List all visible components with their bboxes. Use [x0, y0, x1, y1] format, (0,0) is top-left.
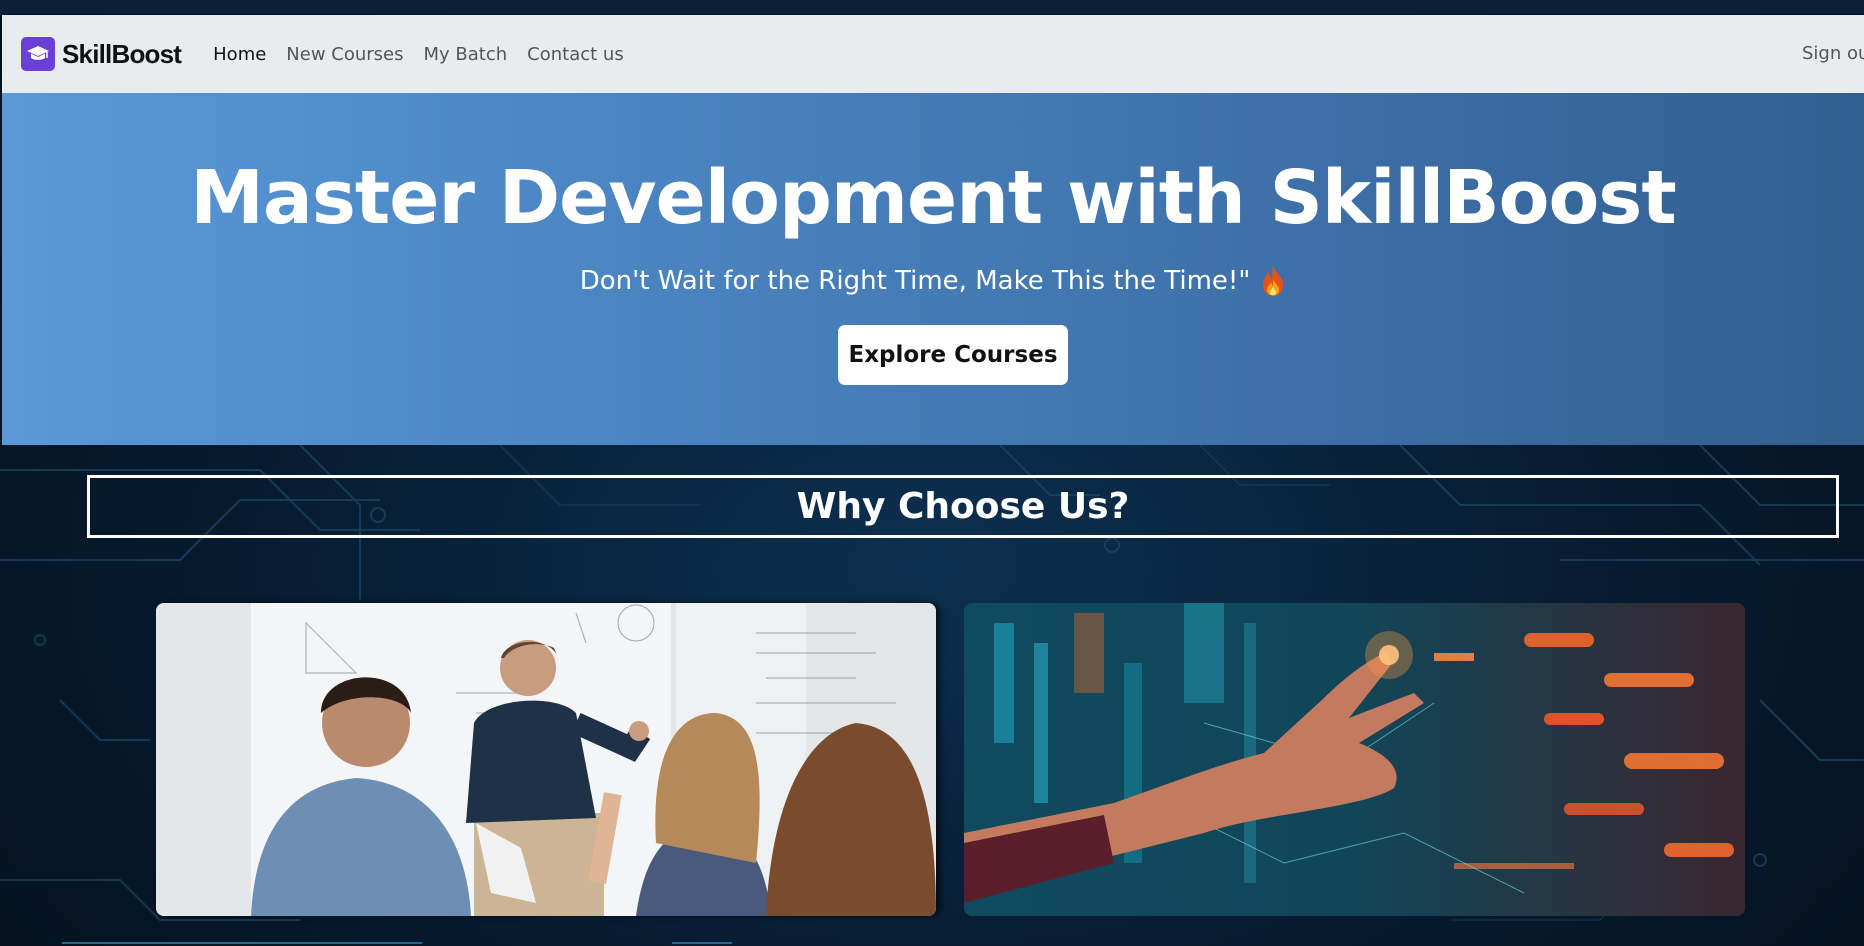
hero-subtitle: Don't Wait for the Right Time, Make This… — [579, 266, 1251, 296]
navbar: SkillBoost Home New Courses My Batch Con… — [2, 15, 1864, 93]
nav-link-new-courses[interactable]: New Courses — [286, 44, 403, 65]
bottom-decoration-right — [672, 942, 732, 944]
fire-icon — [1260, 265, 1286, 297]
nav-link-home[interactable]: Home — [213, 44, 266, 65]
brand-name: SkillBoost — [62, 38, 182, 69]
brand[interactable]: SkillBoost — [21, 37, 182, 71]
hero-title: Master Development with SkillBoost — [190, 155, 1676, 241]
nav-link-my-batch[interactable]: My Batch — [424, 44, 508, 65]
graduation-cap-icon — [21, 37, 55, 71]
why-choose-us-title: Why Choose Us? — [796, 486, 1130, 527]
classroom-teacher-image — [156, 603, 936, 916]
sign-out-link[interactable]: Sign ou — [1802, 43, 1864, 64]
bottom-decoration-left — [62, 942, 422, 944]
digital-interface-hand-image — [964, 603, 1745, 916]
nav-links: Home New Courses My Batch Contact us — [213, 44, 644, 65]
hero-subtitle-row: Don't Wait for the Right Time, Make This… — [2, 265, 1864, 297]
why-choose-us-box: Why Choose Us? — [87, 475, 1839, 538]
nav-link-contact-us[interactable]: Contact us — [527, 44, 624, 65]
explore-courses-button[interactable]: Explore Courses — [838, 325, 1068, 385]
hero-section: Master Development with SkillBoost Don't… — [2, 93, 1864, 445]
top-strip — [0, 0, 1864, 14]
